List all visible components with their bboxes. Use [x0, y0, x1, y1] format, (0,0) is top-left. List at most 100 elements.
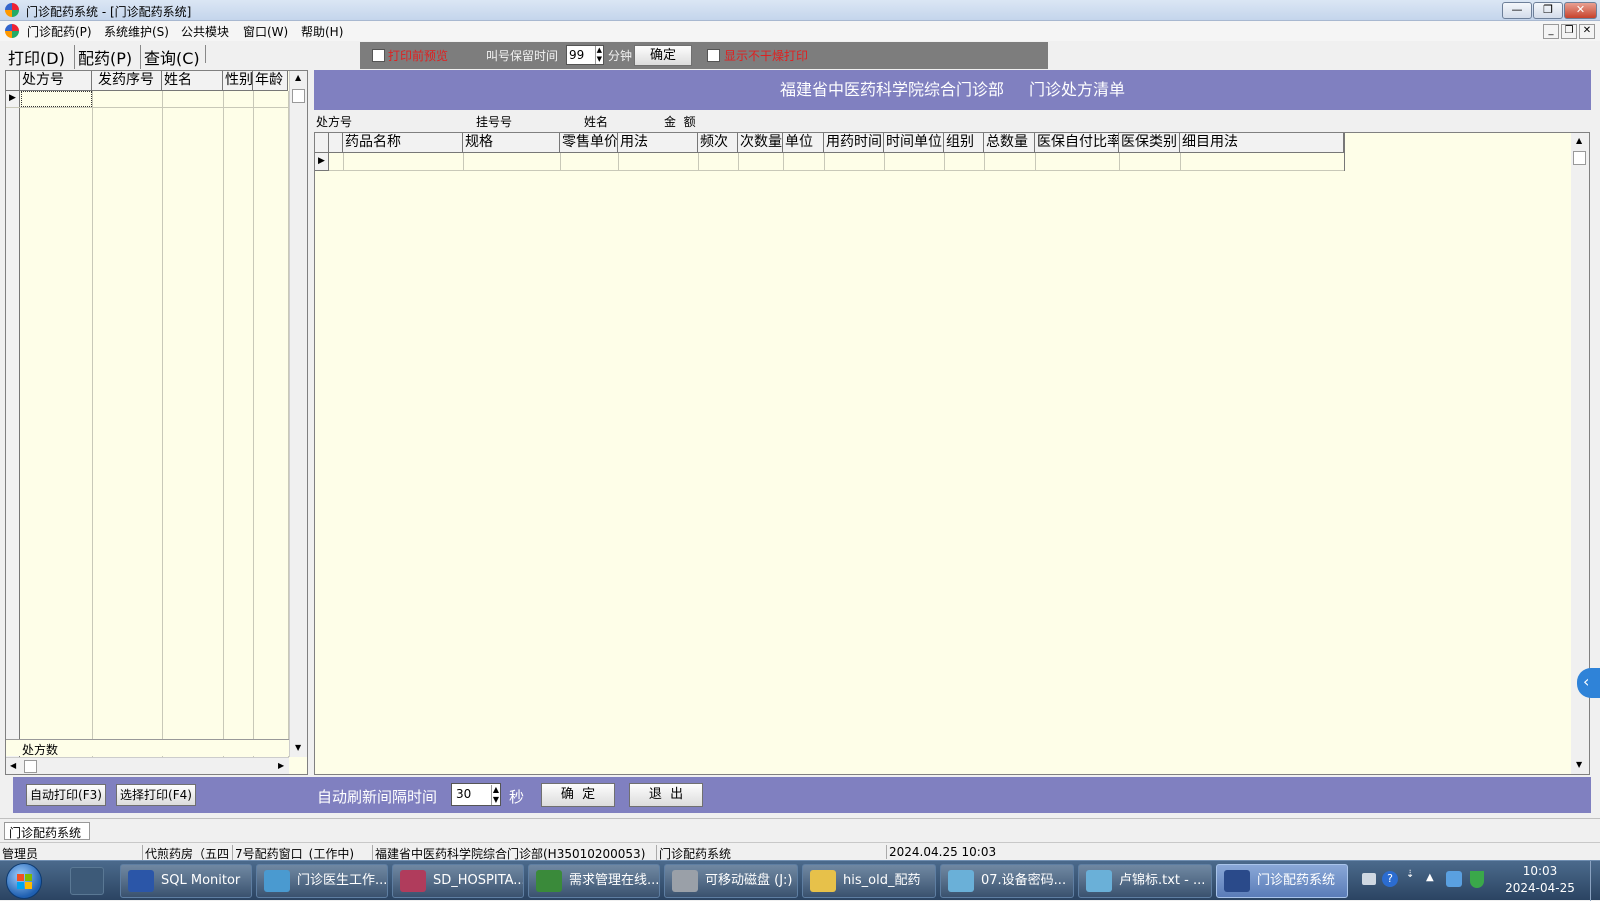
menu-help[interactable]: 帮助(H): [301, 23, 343, 40]
minimize-button[interactable]: —: [1502, 2, 1532, 19]
rx-scroll-thumb[interactable]: [1573, 151, 1586, 165]
minute-unit: 分钟: [608, 49, 633, 63]
prescription-list-grid[interactable]: 处方号 发药序号 姓名 性别 年龄 ▶ 处方数 ▲ ▼ ◀ ▶: [5, 70, 308, 775]
taskbar-item-removable-disk[interactable]: 可移动磁盘 (J:): [664, 864, 798, 898]
start-button[interactable]: [6, 863, 42, 899]
hold-time-confirm-button[interactable]: 确定: [634, 45, 692, 66]
network-icon[interactable]: ⇣: [1406, 869, 1414, 880]
grid-line: [463, 153, 464, 171]
sync-icon[interactable]: [1446, 871, 1462, 887]
rx-current-row-arrow-icon: ▶: [318, 156, 325, 166]
footer-row: 处方数: [6, 739, 289, 757]
rx-col-usage[interactable]: 用法: [618, 133, 698, 153]
menu-public[interactable]: 公共模块: [181, 23, 229, 40]
rx-col-dose-time[interactable]: 用药时间: [824, 133, 884, 153]
rx-col-group[interactable]: 组别: [944, 133, 984, 153]
prescription-banner: 福建省中医药科学院综合门诊部 门诊处方清单: [314, 70, 1591, 110]
rx-col-insurance-type[interactable]: 医保类别: [1119, 133, 1180, 153]
rx-select-header: [329, 133, 343, 153]
rx-col-frequency[interactable]: 频次: [698, 133, 738, 153]
menu-system[interactable]: 系统维护(S): [104, 23, 169, 40]
taskbar-item-label: 可移动磁盘 (J:): [705, 873, 793, 888]
preview-checkbox[interactable]: [372, 49, 385, 62]
auto-print-button[interactable]: 自动打印(F3): [26, 784, 106, 806]
left-horizontal-scrollbar[interactable]: ◀ ▶: [6, 757, 289, 774]
mdi-tab-dispense-system[interactable]: 门诊配药系统: [4, 822, 90, 840]
rx-col-total-qty[interactable]: 总数量: [984, 133, 1035, 153]
col-header-age[interactable]: 年龄: [253, 71, 288, 91]
taskbar-item-chrome[interactable]: 需求管理在线...: [528, 864, 660, 898]
rx-col-dose-qty[interactable]: 次数量: [738, 133, 783, 153]
menu-dispense[interactable]: 门诊配药(P): [27, 23, 92, 40]
refresh-spinner-arrows-icon[interactable]: ▲ ▼: [490, 785, 499, 805]
side-panel-toggle-icon[interactable]: ‹: [1577, 668, 1600, 698]
show-no-dry-checkbox[interactable]: [707, 49, 720, 62]
show-hidden-icons-icon[interactable]: ▲: [1426, 872, 1434, 883]
rx-col-copay-ratio[interactable]: 医保自付比率: [1035, 133, 1119, 153]
clock-time[interactable]: 10:03: [1500, 864, 1580, 878]
col-header-rx-no[interactable]: 处方号: [20, 71, 92, 91]
mdi-child-icon: [5, 24, 19, 38]
rx-scroll-down-icon[interactable]: ▼: [1576, 760, 1582, 769]
doctor-station-icon: [264, 870, 290, 892]
grid-line: [329, 170, 1344, 171]
help-icon[interactable]: ?: [1382, 871, 1398, 887]
col-header-gender[interactable]: 性别: [223, 71, 253, 91]
tab-dispense[interactable]: 配药(P): [74, 45, 132, 69]
h-scroll-thumb[interactable]: [24, 760, 37, 773]
refresh-interval-value: 30: [456, 787, 472, 801]
rx-col-drug-name[interactable]: 药品名称: [343, 133, 463, 153]
mdi-close-button[interactable]: ✕: [1579, 24, 1595, 39]
scroll-left-icon[interactable]: ◀: [10, 761, 16, 770]
spinner-arrows-icon[interactable]: ▲ ▼: [594, 46, 602, 64]
window-titlebar[interactable]: 门诊配药系统 - [门诊配药系统] — ❐ ✕: [0, 0, 1600, 21]
taskbar-item-doctor-station[interactable]: 门诊医生工作...: [256, 864, 388, 898]
taskbar-item-label: SD_HOSPITA...: [433, 873, 524, 888]
tab-query[interactable]: 查询(C): [140, 45, 200, 69]
hold-time-spinner[interactable]: 99 ▲ ▼: [566, 45, 604, 65]
refresh-interval-spinner[interactable]: 30 ▲ ▼: [451, 783, 501, 806]
rx-col-unit[interactable]: 单位: [783, 133, 824, 153]
taskbar-item-sql-monitor[interactable]: SQL Monitor: [120, 864, 252, 898]
hold-time-value: 99: [569, 48, 585, 62]
scroll-up-icon[interactable]: ▲: [295, 73, 301, 82]
mdi-restore-button[interactable]: ❐: [1561, 24, 1577, 39]
rx-col-item-usage[interactable]: 细目用法: [1180, 133, 1344, 153]
taskbar-item-text-file[interactable]: 卢锦标.txt - ...: [1078, 864, 1212, 898]
taskbar-item-sd-hospital[interactable]: SD_HOSPITA...: [392, 864, 524, 898]
rx-col-retail-price[interactable]: 零售单价: [560, 133, 618, 153]
keyboard-icon[interactable]: [1362, 873, 1376, 885]
grid-line: [1180, 153, 1181, 171]
sql-monitor-icon: [128, 870, 154, 892]
notepad-icon: [1086, 870, 1112, 892]
close-button[interactable]: ✕: [1564, 2, 1597, 19]
pinned-computer-icon[interactable]: [70, 867, 104, 895]
taskbar-item-folder[interactable]: his_old_配药: [802, 864, 936, 898]
rx-col-time-unit[interactable]: 时间单位: [884, 133, 944, 153]
refresh-confirm-button[interactable]: 确 定: [541, 783, 615, 807]
left-vertical-scrollbar[interactable]: ▲ ▼: [289, 71, 307, 757]
col-header-dispense-seq[interactable]: 发药序号: [92, 71, 162, 91]
rx-col-spec[interactable]: 规格: [463, 133, 560, 153]
info-name-label: 姓名: [584, 115, 609, 129]
taskbar-item-dispense-system[interactable]: 门诊配药系统: [1216, 864, 1348, 898]
tab-print[interactable]: 打印(D): [8, 45, 65, 69]
rx-scroll-up-icon[interactable]: ▲: [1576, 136, 1582, 145]
show-desktop-button[interactable]: [1590, 861, 1600, 901]
mdi-minimize-button[interactable]: _: [1543, 24, 1559, 39]
windows-logo-part: [25, 874, 32, 881]
current-cell[interactable]: [21, 91, 92, 107]
taskbar-item-device-password[interactable]: 07.设备密码...: [940, 864, 1074, 898]
scroll-down-icon[interactable]: ▼: [295, 743, 301, 752]
col-header-name[interactable]: 姓名: [162, 71, 223, 91]
scroll-right-icon[interactable]: ▶: [278, 761, 284, 770]
scroll-thumb[interactable]: [292, 89, 305, 103]
security-shield-icon[interactable]: [1470, 871, 1484, 888]
row-indicator-column: [6, 91, 20, 757]
restore-button[interactable]: ❐: [1533, 2, 1563, 19]
select-print-button[interactable]: 选择打印(F4): [116, 784, 196, 806]
clock-date[interactable]: 2024-04-25: [1500, 881, 1580, 895]
prescription-detail-grid[interactable]: 药品名称 规格 零售单价 用法 频次 次数量 单位 用药时间 时间单位 组别 总…: [314, 132, 1600, 775]
menu-window[interactable]: 窗口(W): [243, 23, 288, 40]
exit-button[interactable]: 退 出: [629, 783, 703, 807]
